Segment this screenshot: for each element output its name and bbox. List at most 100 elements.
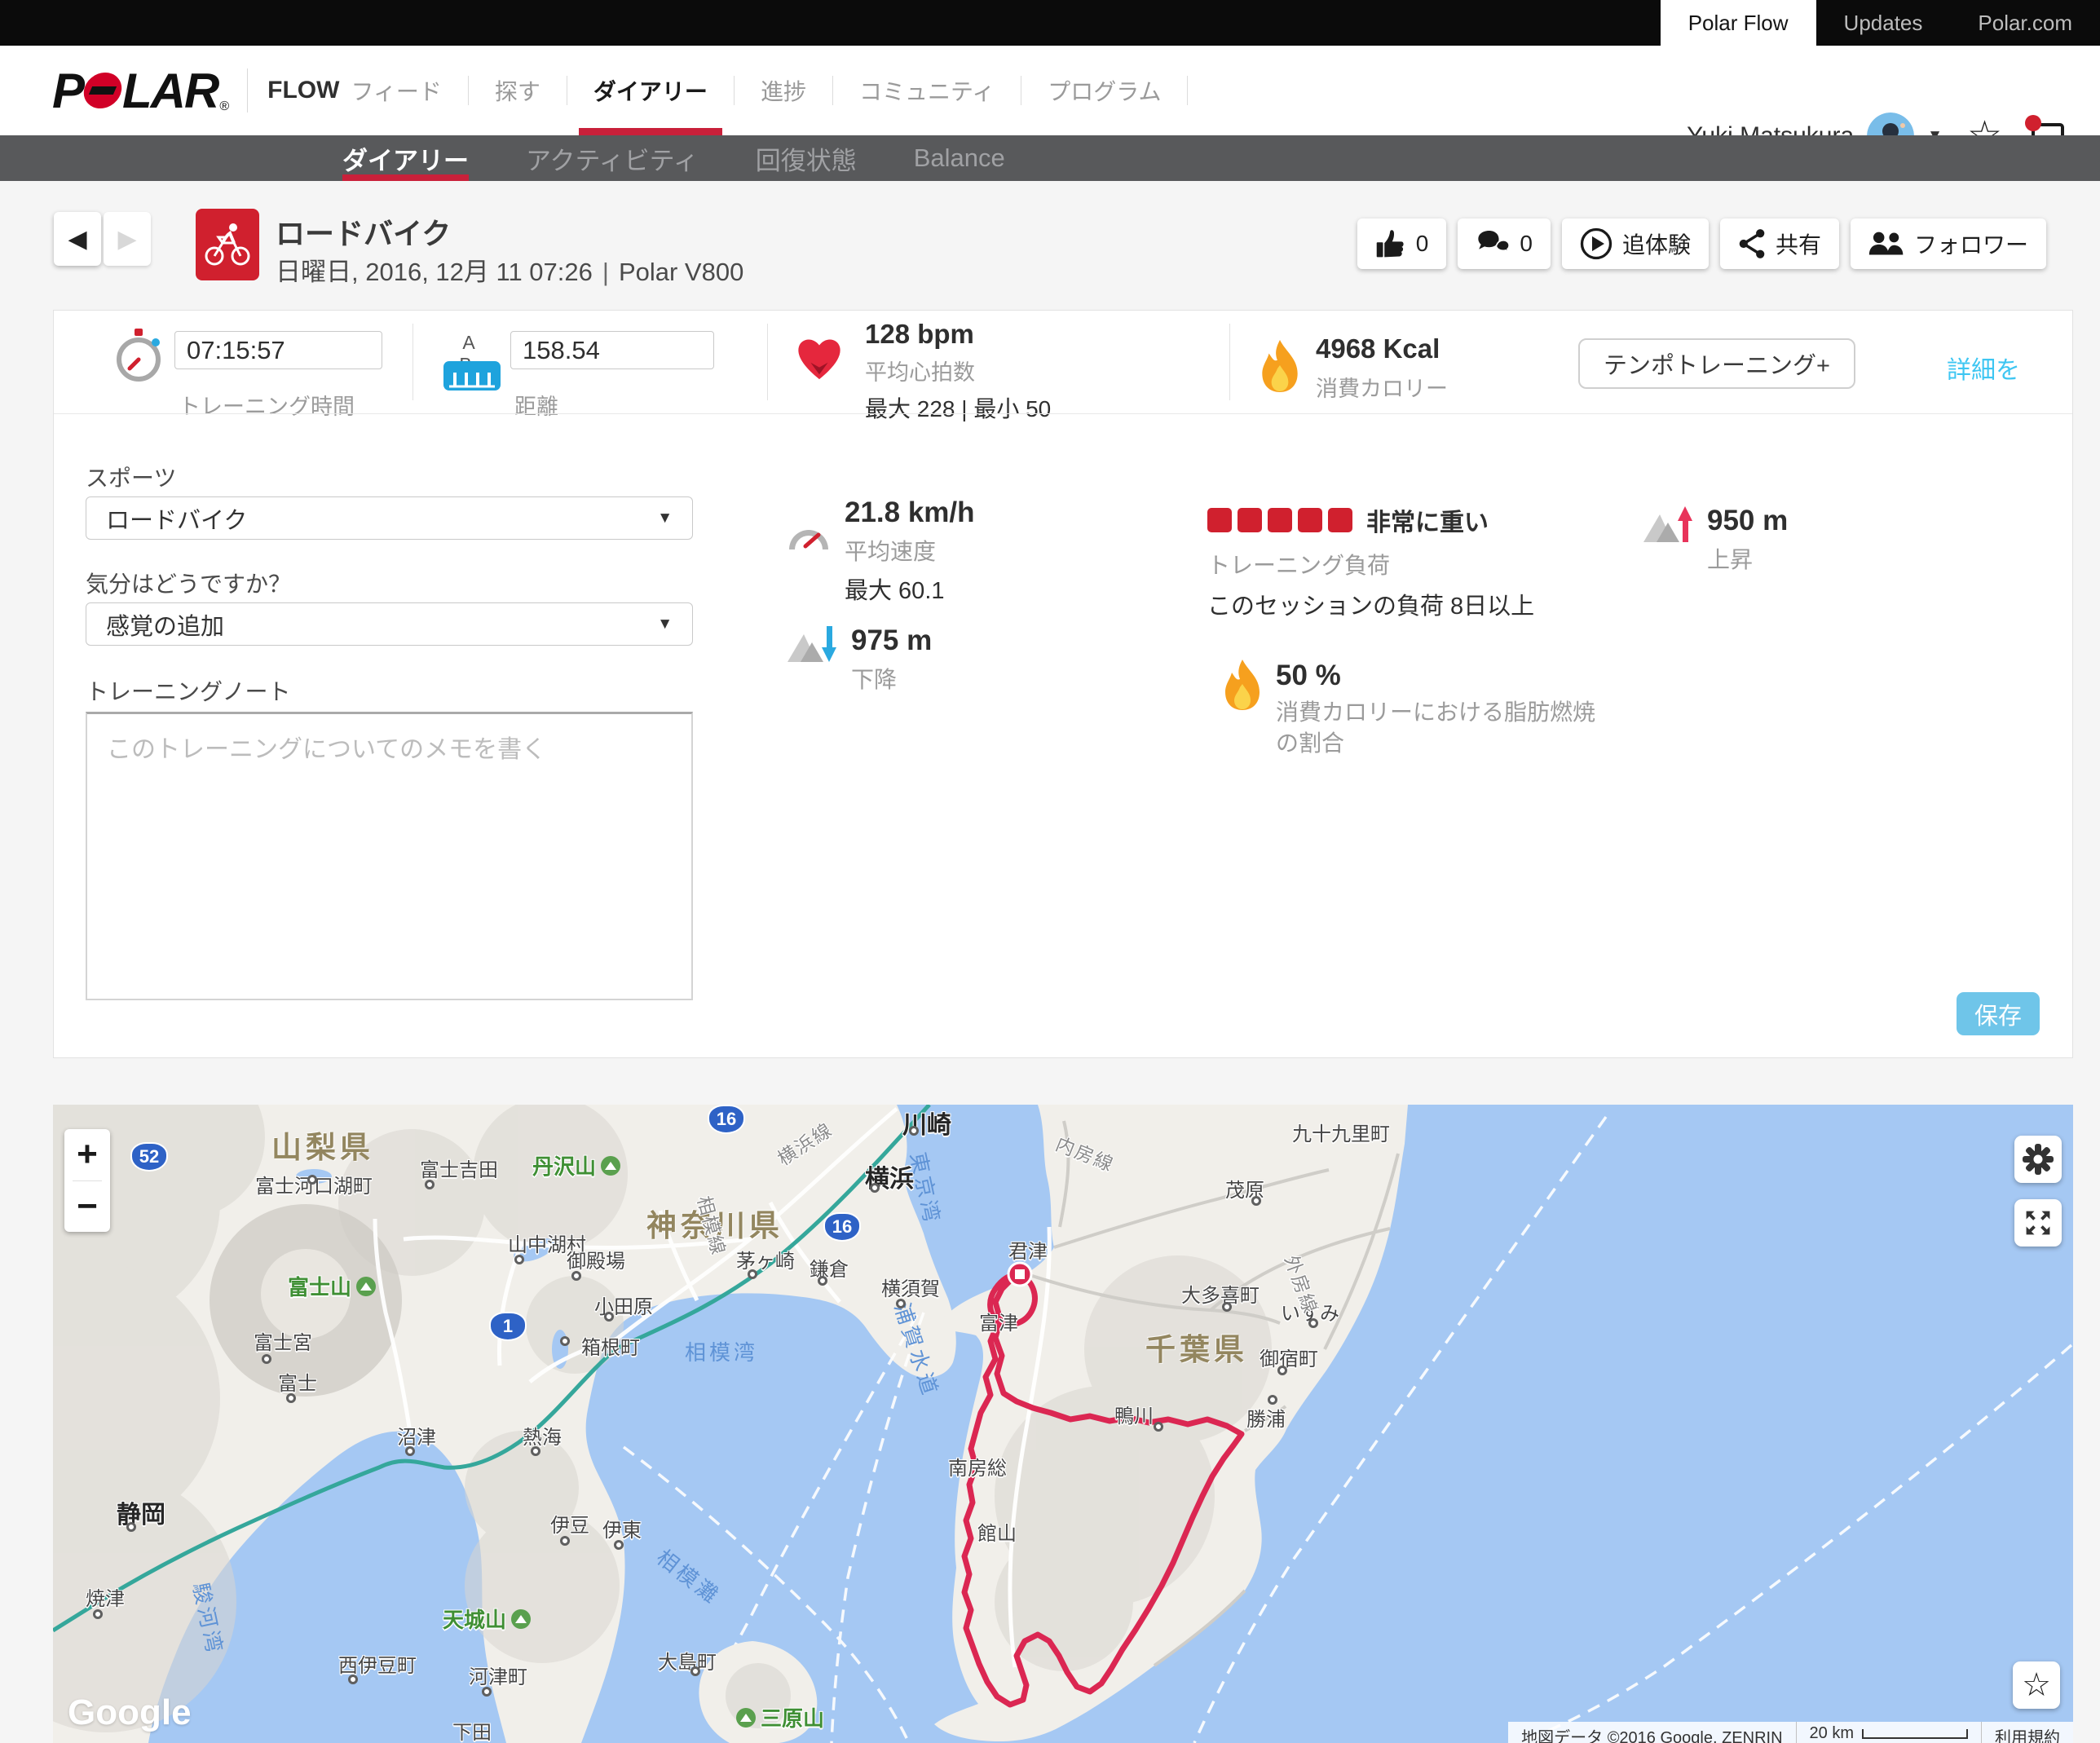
load-square bbox=[1298, 508, 1322, 532]
activity-title: ロードバイク bbox=[276, 210, 451, 253]
fat-burn-metric: 50 % 消費カロリーにおける脂肪燃焼の割合 bbox=[1224, 660, 1602, 759]
map-settings-button[interactable] bbox=[2014, 1136, 2062, 1183]
people-icon bbox=[1868, 231, 1904, 257]
subnav-recovery[interactable]: 回復状態 bbox=[756, 135, 857, 181]
load-square bbox=[1268, 508, 1292, 532]
fat-burn-value: 50 % bbox=[1276, 660, 1602, 692]
map-zoom-control: + − bbox=[64, 1129, 110, 1232]
summary-divider bbox=[412, 324, 413, 400]
share-button[interactable]: 共有 bbox=[1720, 218, 1839, 269]
followers-label: フォロワー bbox=[1914, 227, 2028, 260]
avg-speed-label: 平均速度 bbox=[845, 534, 975, 567]
play-circle-icon bbox=[1580, 227, 1612, 260]
sport-select-value: ロードバイク bbox=[106, 501, 247, 536]
comments-icon bbox=[1476, 229, 1510, 258]
toptab-updates[interactable]: Updates bbox=[1816, 0, 1951, 46]
comment-count: 0 bbox=[1520, 231, 1533, 257]
heart-icon bbox=[794, 335, 845, 385]
nav-divider bbox=[1187, 76, 1188, 105]
chevron-down-icon: ▼ bbox=[657, 616, 673, 633]
sport-icon-badge bbox=[196, 209, 259, 280]
next-session-button[interactable]: ▶ bbox=[104, 212, 151, 266]
descent-mountain-icon bbox=[786, 624, 836, 664]
hr-minmax: 最大 228 | 最小 50 bbox=[865, 391, 1051, 424]
activity-datetime: 日曜日, 2016, 12月 11 07:26 bbox=[276, 258, 593, 286]
main-nav: フィード 探す ダイアリー 進捗 コミュニティ プログラム bbox=[346, 46, 1209, 135]
stopwatch-icon bbox=[115, 329, 162, 386]
training-target-button[interactable]: テンポトレーニング+ bbox=[1578, 338, 1855, 389]
max-speed: 最大 60.1 bbox=[845, 571, 975, 606]
gear-icon bbox=[2023, 1144, 2054, 1175]
training-notes-textarea[interactable] bbox=[86, 712, 693, 1000]
relive-button[interactable]: 追体験 bbox=[1562, 218, 1709, 269]
map-terms-link[interactable]: 利用規約 bbox=[1981, 1722, 2073, 1743]
share-icon bbox=[1738, 228, 1766, 259]
toptab-polar-flow[interactable]: Polar Flow bbox=[1661, 0, 1816, 46]
map-fullscreen-button[interactable] bbox=[2014, 1199, 2062, 1247]
like-count: 0 bbox=[1416, 231, 1429, 257]
like-button[interactable]: 0 bbox=[1357, 218, 1447, 269]
route-map[interactable]: 山梨県神奈川県千葉県川崎横浜静岡富士河口湖町富士吉田山中湖村御殿場小田原箱根町茅… bbox=[53, 1105, 2073, 1743]
thumbs-up-icon bbox=[1375, 228, 1406, 259]
ascent-value: 950 m bbox=[1707, 505, 1788, 537]
header-separator bbox=[247, 68, 248, 113]
avg-speed-metric: 21.8 km/h 平均速度 最大 60.1 bbox=[788, 496, 975, 606]
ascent-mountain-icon bbox=[1642, 505, 1692, 544]
nav-programs[interactable]: プログラム bbox=[1043, 46, 1166, 135]
map-favorite-button[interactable]: ☆ bbox=[2013, 1661, 2060, 1709]
previous-session-button[interactable]: ◀ bbox=[54, 212, 101, 266]
descent-value: 975 m bbox=[851, 624, 932, 657]
share-label: 共有 bbox=[1776, 227, 1821, 260]
summary-divider bbox=[767, 324, 768, 400]
avg-speed-value: 21.8 km/h bbox=[845, 496, 975, 529]
feeling-select[interactable]: 感覚の追加 ▼ bbox=[86, 602, 693, 646]
heart-rate-block: 128 bpm 平均心拍数 最大 228 | 最小 50 bbox=[865, 319, 1051, 424]
sport-select[interactable]: ロードバイク ▼ bbox=[86, 496, 693, 540]
fullscreen-icon bbox=[2023, 1208, 2053, 1238]
toptab-polar-com[interactable]: Polar.com bbox=[1950, 0, 2100, 46]
followers-button[interactable]: フォロワー bbox=[1851, 218, 2046, 269]
nav-feed[interactable]: フィード bbox=[346, 46, 446, 135]
card-divider bbox=[54, 413, 2072, 414]
ruler-icon bbox=[443, 361, 501, 395]
map-attribution: 地図データ ©2016 Google, ZENRIN bbox=[1508, 1722, 1795, 1743]
avg-hr-value: 128 bpm bbox=[865, 319, 1051, 350]
comment-button[interactable]: 0 bbox=[1458, 218, 1551, 269]
nav-community[interactable]: コミュニティ bbox=[854, 46, 999, 135]
nav-diary[interactable]: ダイアリー bbox=[589, 46, 712, 135]
distance-input[interactable] bbox=[510, 331, 714, 369]
polar-logo-o bbox=[82, 73, 124, 108]
zoom-in-button[interactable]: + bbox=[64, 1129, 110, 1180]
zoom-out-button[interactable]: − bbox=[64, 1181, 110, 1233]
training-load-level: 非常に重い bbox=[1366, 502, 1489, 538]
flame-icon bbox=[1224, 660, 1261, 710]
map-canvas[interactable] bbox=[53, 1105, 2073, 1743]
sport-select-label: スポーツ bbox=[86, 461, 176, 493]
relive-label: 追体験 bbox=[1622, 227, 1691, 260]
activity-device: Polar V800 bbox=[619, 258, 743, 286]
nav-explore[interactable]: 探す bbox=[490, 46, 545, 135]
save-button[interactable]: 保存 bbox=[1957, 992, 2040, 1035]
nav-progress[interactable]: 進捗 bbox=[756, 46, 811, 135]
map-scale-text: 20 km bbox=[1810, 1724, 1854, 1743]
subnav-diary[interactable]: ダイアリー bbox=[342, 135, 469, 181]
speedometer-icon bbox=[788, 518, 830, 552]
activity-actions: 0 0 追体験 共有 フォロワー bbox=[1357, 218, 2046, 269]
summary-divider bbox=[1229, 324, 1230, 400]
nav-divider bbox=[832, 76, 833, 105]
flame-icon bbox=[1260, 340, 1299, 396]
subnav-activity[interactable]: アクティビティ bbox=[526, 135, 699, 181]
polar-logo[interactable]: PLAR® bbox=[52, 46, 227, 135]
feeling-select-value: 感覚の追加 bbox=[106, 607, 224, 642]
descent-label: 下降 bbox=[851, 662, 932, 695]
calories-block: 4968 Kcal 消費カロリー bbox=[1316, 333, 1448, 403]
duration-input[interactable] bbox=[174, 331, 382, 369]
notification-badge bbox=[2025, 115, 2041, 131]
details-link[interactable]: 詳細を bbox=[1947, 350, 2020, 386]
training-load-session: このセッションの負荷 8日以上 bbox=[1207, 587, 1534, 621]
load-square bbox=[1328, 508, 1352, 532]
calories-label: 消費カロリー bbox=[1316, 371, 1448, 403]
route-start-marker bbox=[1008, 1263, 1031, 1286]
subnav-balance[interactable]: Balance bbox=[914, 135, 1005, 181]
map-scale: 20 km bbox=[1796, 1722, 1981, 1743]
